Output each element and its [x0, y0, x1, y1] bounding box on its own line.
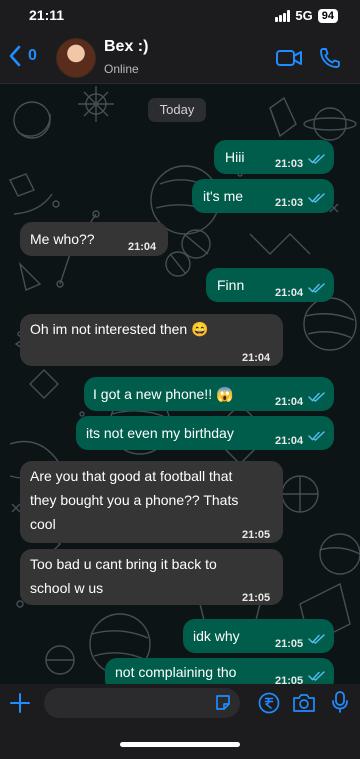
- message-text: Finn: [217, 277, 245, 293]
- message-bubble-outgoing[interactable]: idk why 21:05: [183, 619, 334, 653]
- message-time: 21:04: [275, 287, 304, 299]
- home-indicator[interactable]: [120, 742, 240, 747]
- unread-count: 0: [28, 47, 37, 64]
- home-area: [0, 724, 360, 759]
- message-bubble-outgoing[interactable]: Hiii 21:03: [214, 140, 334, 174]
- date-chip: Today: [148, 98, 206, 122]
- message-text-line: school w us: [30, 580, 104, 596]
- signal-icon: [275, 9, 291, 22]
- network-label: 5G: [295, 8, 313, 23]
- message-bubble-incoming[interactable]: Are you that good at football that they …: [20, 461, 283, 543]
- message-bubble-incoming[interactable]: Oh im not interested then 😄 21:04: [20, 314, 283, 366]
- message-time: 21:04: [128, 241, 157, 253]
- message-text: idk why: [193, 628, 240, 644]
- chat-header: 0 Bex :) Online: [0, 32, 360, 84]
- message-time: 21:05: [242, 529, 271, 541]
- message-text-line: Are you that good at football that: [30, 468, 233, 484]
- read-ticks-icon: [308, 431, 325, 441]
- message-text-line: Too bad u cant bring it back to: [30, 556, 217, 572]
- status-time: 21:11: [29, 7, 65, 23]
- message-bubble-outgoing[interactable]: its not even my birthday 21:04: [76, 416, 334, 450]
- message-bubble-incoming[interactable]: Too bad u cant bring it back to school w…: [20, 549, 283, 605]
- message-time: 21:05: [275, 638, 304, 650]
- read-ticks-icon: [308, 634, 325, 644]
- rupee-icon[interactable]: [258, 692, 280, 714]
- message-text: it's me: [203, 188, 244, 204]
- message-text: I got a new phone!! 😱: [93, 386, 234, 402]
- battery-icon: 94: [317, 8, 338, 23]
- phone-icon[interactable]: [318, 46, 342, 70]
- message-text: Me who??: [30, 231, 95, 247]
- message-time: 21:03: [275, 158, 304, 170]
- contact-name[interactable]: Bex :): [104, 38, 148, 56]
- sticker-icon[interactable]: [214, 694, 232, 712]
- message-text-line: cool: [30, 516, 56, 532]
- message-time: 21:04: [275, 396, 304, 408]
- message-bubble-incoming[interactable]: Me who?? 21:04: [20, 222, 168, 256]
- read-ticks-icon: [308, 671, 325, 681]
- read-ticks-icon: [308, 392, 325, 402]
- message-composer: [0, 684, 360, 724]
- chat-area[interactable]: Today Hiii 21:03 it's me 21:03 Me who?? …: [0, 84, 360, 684]
- message-bubble-outgoing[interactable]: not complaining tho 21:05: [105, 658, 334, 684]
- message-text: Oh im not interested then 😄: [30, 321, 209, 337]
- read-ticks-icon: [308, 154, 325, 164]
- message-input[interactable]: [44, 688, 240, 718]
- message-time: 21:03: [275, 197, 304, 209]
- back-button[interactable]: 0: [8, 44, 37, 68]
- contact-status: Online: [104, 62, 139, 76]
- read-ticks-icon: [308, 193, 325, 203]
- message-time: 21:04: [275, 435, 304, 447]
- message-bubble-outgoing[interactable]: Finn 21:04: [206, 268, 334, 302]
- read-ticks-icon: [308, 283, 325, 293]
- microphone-icon[interactable]: [330, 690, 350, 714]
- message-bubble-outgoing[interactable]: it's me 21:03: [192, 179, 334, 213]
- status-bar: 21:11 5G 94: [0, 0, 360, 32]
- message-bubble-outgoing[interactable]: I got a new phone!! 😱 21:04: [84, 377, 334, 411]
- camera-icon[interactable]: [292, 692, 316, 714]
- message-time: 21:05: [242, 592, 271, 604]
- video-call-icon[interactable]: [275, 46, 303, 70]
- message-time: 21:04: [242, 352, 271, 364]
- message-text: not complaining tho: [115, 664, 237, 680]
- status-indicators: 5G 94: [275, 8, 338, 23]
- message-text-line: they bought you a phone?? Thats: [30, 492, 239, 508]
- chevron-left-icon: [9, 45, 21, 67]
- message-text: Hiii: [225, 149, 245, 165]
- plus-icon[interactable]: [9, 692, 31, 714]
- message-time: 21:05: [275, 675, 304, 684]
- avatar[interactable]: [56, 38, 96, 78]
- message-text: its not even my birthday: [86, 425, 234, 441]
